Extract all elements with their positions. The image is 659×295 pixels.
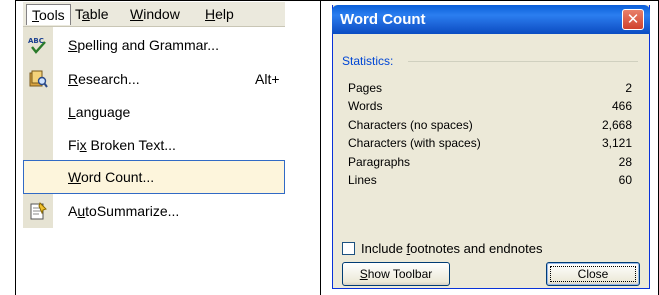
statistics-group-label: Statistics: [342, 54, 398, 68]
table-border-left [15, 0, 16, 295]
menu-table[interactable]: Table [70, 4, 113, 25]
stat-value: 2,668 [601, 118, 632, 132]
group-divider [408, 61, 638, 62]
stat-label: Pages [348, 81, 383, 95]
dialog-title: Word Count [340, 11, 426, 28]
stat-row-words: Words 466 [333, 97, 649, 115]
svg-text:ABC: ABC [28, 37, 44, 45]
stat-value: 60 [618, 173, 632, 187]
stat-label: Characters (no spaces) [348, 118, 473, 132]
dialog-body: Statistics: Pages 2 Words 466 Characters… [333, 34, 649, 288]
stat-row-pages: Pages 2 [333, 79, 649, 97]
table-border-middle [320, 0, 321, 295]
table-border-top [15, 0, 659, 1]
stat-row-paragraphs: Paragraphs 28 [333, 153, 649, 171]
menu-item-autosummarize[interactable]: AutoSummarize... [23, 194, 285, 228]
menu-item-word-count[interactable]: Word Count... [23, 160, 285, 194]
spelling-icon: ABC [28, 36, 48, 54]
research-icon [28, 70, 48, 88]
stat-value: 28 [618, 155, 632, 169]
stat-row-lines: Lines 60 [333, 171, 649, 189]
stat-value: 2 [625, 81, 632, 95]
research-shortcut: Alt+ [255, 71, 280, 87]
stat-label: Words [348, 99, 383, 113]
include-footnotes-checkbox[interactable] [342, 242, 355, 255]
stat-row-characters-no-spaces: Characters (no spaces) 2,668 [333, 116, 649, 134]
menu-window[interactable]: Window [125, 4, 185, 25]
include-footnotes-label: Include footnotes and endnotes [361, 241, 543, 256]
menu-item-fix-broken-text[interactable]: Fix Broken Text... [23, 128, 285, 162]
stat-value: 466 [611, 99, 632, 113]
menu-bar: Tools Table Window Help [23, 2, 285, 27]
focus-rectangle [550, 266, 636, 282]
show-toolbar-button[interactable]: Show Toolbar [342, 262, 450, 286]
menu-item-language[interactable]: Language [23, 95, 285, 129]
autosummarize-icon [28, 202, 48, 220]
menu-item-spelling-grammar[interactable]: ABC Spelling and Grammar... [23, 28, 285, 62]
stat-label: Lines [348, 173, 377, 187]
menu-help[interactable]: Help [200, 4, 239, 25]
close-button[interactable]: Close [546, 262, 640, 286]
dialog-titlebar[interactable]: Word Count ✕ [332, 5, 650, 34]
word-count-dialog: Word Count ✕ Statistics: Pages 2 Words 4… [332, 5, 650, 289]
tools-menu-panel: Tools Table Window Help ABC Spelling and… [23, 2, 285, 228]
stat-label: Paragraphs [348, 155, 411, 169]
menu-tools[interactable]: Tools [26, 4, 71, 25]
close-icon[interactable]: ✕ [622, 9, 644, 30]
stat-value: 3,121 [601, 136, 632, 150]
stat-label: Characters (with spaces) [348, 136, 481, 150]
stat-row-characters-with-spaces: Characters (with spaces) 3,121 [333, 134, 649, 152]
menu-item-research[interactable]: Research... Alt+ [23, 62, 285, 96]
